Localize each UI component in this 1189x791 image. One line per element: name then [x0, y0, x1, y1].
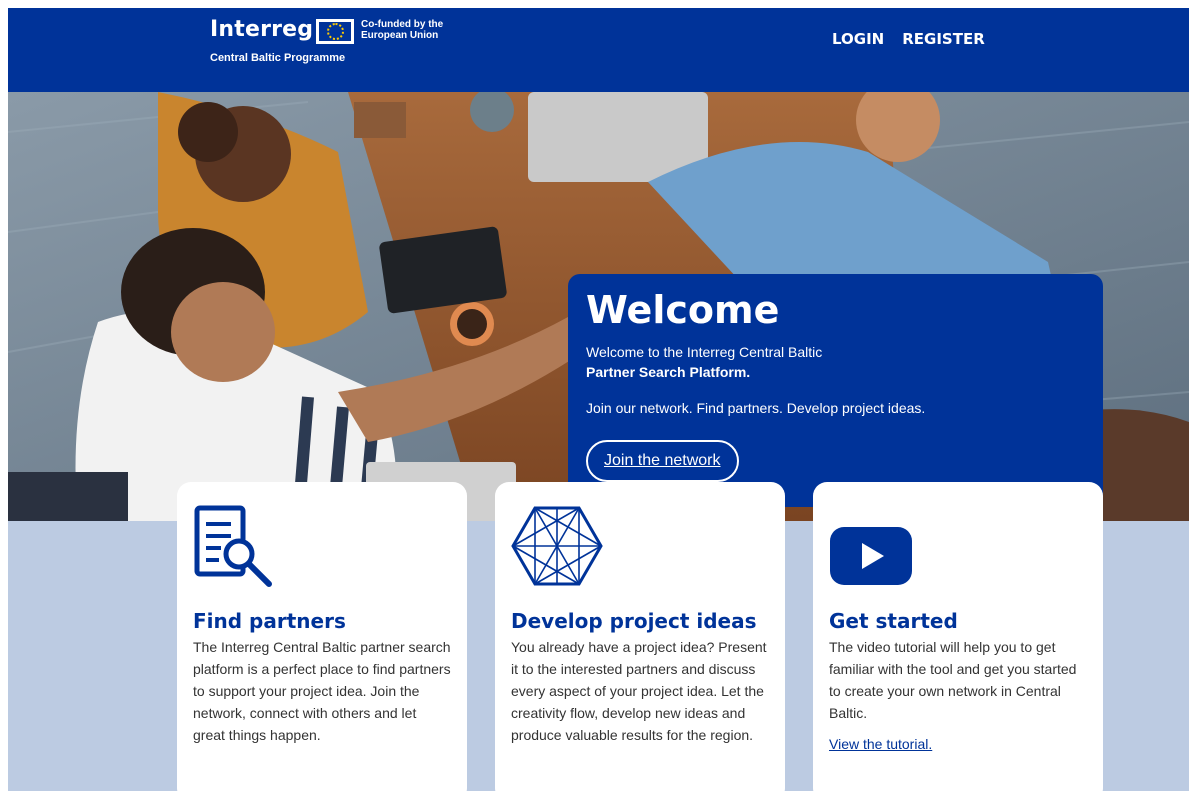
welcome-intro: Welcome to the Interreg Central Baltic [586, 344, 823, 360]
card-develop-ideas: Develop project ideas You already have a… [495, 482, 785, 791]
programme-name: Central Baltic Programme [210, 52, 346, 64]
eu-flag-icon [316, 19, 354, 44]
login-link[interactable]: LOGIN [832, 30, 884, 48]
page: Interreg Co-funded by the European Union… [8, 8, 1189, 791]
cofunded-text: Co-funded by the European Union [361, 19, 444, 41]
top-nav: LOGIN REGISTER [832, 30, 985, 48]
welcome-platform-name: Partner Search Platform. [586, 364, 751, 380]
card-body: The Interreg Central Baltic partner sear… [193, 639, 451, 743]
join-network-button[interactable]: Join the network [586, 440, 739, 482]
card-body: You already have a project idea? Present… [511, 639, 767, 743]
card-title: Find partners [193, 609, 346, 633]
card-title: Develop project ideas [511, 609, 757, 633]
interreg-logo[interactable]: Interreg Co-funded by the European Union… [210, 17, 443, 64]
card-find-partners: Find partners The Interreg Central Balti… [177, 482, 467, 791]
card-title: Get started [829, 609, 958, 633]
card-body: The video tutorial will help you to get … [829, 639, 1077, 721]
logo-wordmark: Interreg [210, 17, 314, 42]
document-search-icon [193, 498, 451, 588]
register-link[interactable]: REGISTER [902, 30, 985, 48]
network-hexagon-icon [511, 498, 769, 588]
hero-section: Welcome Welcome to the Interreg Central … [8, 92, 1189, 521]
welcome-panel: Welcome Welcome to the Interreg Central … [568, 274, 1103, 507]
card-get-started: Get started The video tutorial will help… [813, 482, 1103, 791]
welcome-tagline: Join our network. Find partners. Develop… [586, 400, 926, 416]
top-bar: Interreg Co-funded by the European Union… [8, 8, 1189, 92]
view-tutorial-link[interactable]: View the tutorial. [829, 736, 932, 752]
welcome-title: Welcome [586, 288, 780, 332]
play-video-icon [829, 498, 1087, 588]
